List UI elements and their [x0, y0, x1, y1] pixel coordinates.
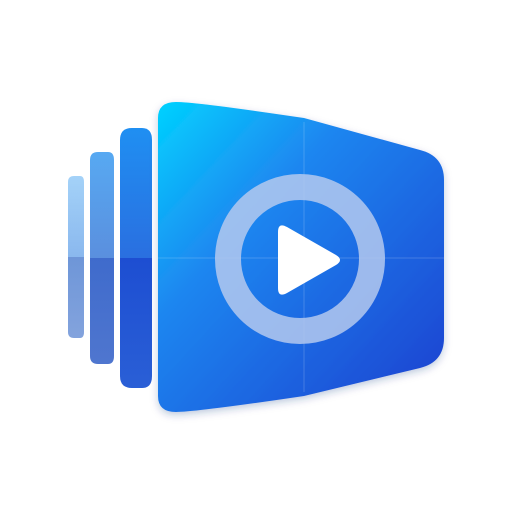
video-stack-icon [68, 102, 444, 412]
stack-layer-3 [68, 176, 84, 338]
app-icon [0, 0, 512, 512]
stack-layer-1 [120, 128, 152, 388]
stack-layer-2 [90, 152, 114, 364]
